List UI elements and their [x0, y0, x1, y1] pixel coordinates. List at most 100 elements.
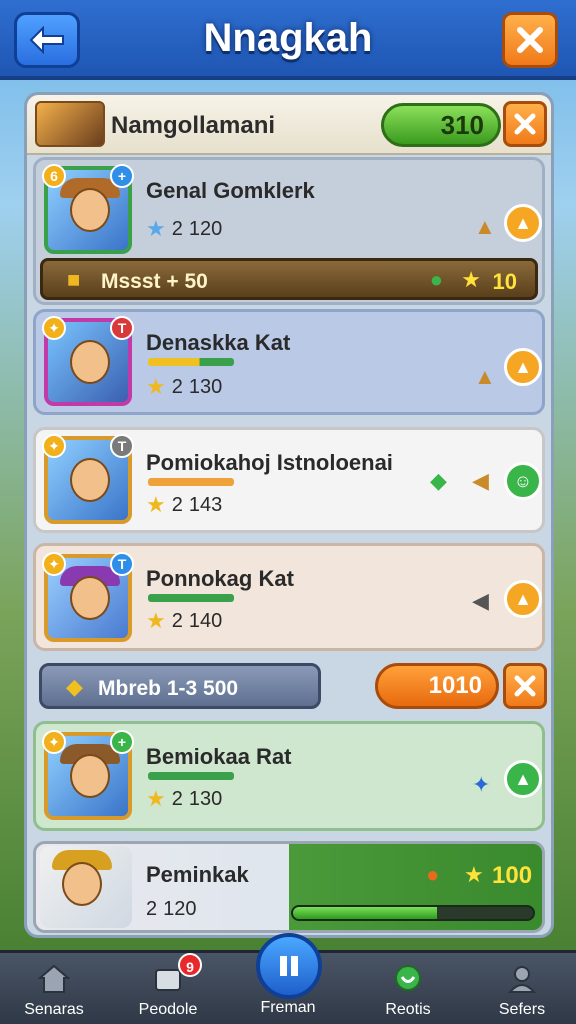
- hero-portrait: ✦ T: [42, 316, 134, 406]
- nav-label: Peodole: [138, 1001, 198, 1018]
- star-icon: ★: [146, 216, 166, 241]
- top-bar: Nnagkah: [0, 0, 576, 80]
- hero-stats: 2 120: [146, 898, 197, 921]
- notification-badge: 9: [178, 953, 202, 977]
- hammer-icon: ▲: [474, 364, 496, 389]
- hero-face: [70, 458, 110, 502]
- badge-icon: 6: [42, 164, 66, 188]
- nav-label: Reotis: [385, 1001, 431, 1018]
- badge-icon: T: [110, 316, 134, 340]
- monster-icon: ●: [426, 862, 440, 887]
- hero-portrait: ✦ T: [42, 434, 134, 524]
- star-icon: ★: [146, 374, 166, 399]
- mission-label-box: ◆ Mbreb 1-3 500: [39, 663, 321, 709]
- back-arrow-icon: [29, 26, 64, 54]
- score-pill: 310: [381, 103, 501, 147]
- hero-stats: ★ 2 130: [146, 786, 222, 812]
- arrow-left-icon: ◀: [472, 588, 489, 613]
- hero-card[interactable]: ✦ T Pomiokahoj Istnoloenai ★ 2 143 ◆ ◀ ☺: [33, 427, 545, 533]
- nav-item-peodole[interactable]: Peodole: [118, 961, 218, 1019]
- mission-value: 1010: [375, 663, 499, 709]
- hero-name: Bemiokaa Rat: [146, 744, 292, 769]
- badge-icon: T: [110, 434, 134, 458]
- arrow-up-icon: ▲: [514, 588, 532, 609]
- star-icon: ★: [146, 608, 166, 633]
- nav-item-freman[interactable]: Freman: [238, 999, 338, 1017]
- hero-level: 2: [171, 787, 183, 810]
- reward-label: Mssst + 50: [101, 270, 208, 293]
- plus-badge-icon: +: [110, 164, 134, 188]
- arrow-up-icon: ▲: [514, 212, 532, 233]
- hero-level: 2: [171, 375, 183, 398]
- nav-center-button[interactable]: [256, 933, 322, 999]
- hero-level: 2: [146, 898, 158, 920]
- nav-item-sefers[interactable]: Sefers: [472, 961, 572, 1019]
- nav-item-senaras[interactable]: Senaras: [4, 961, 104, 1019]
- creature-icon: ●: [429, 267, 443, 292]
- hero-stats: ★ 2 130: [146, 374, 222, 400]
- team-avatar: [35, 101, 105, 147]
- close-button[interactable]: [502, 12, 558, 68]
- hero-level: 2: [171, 609, 183, 632]
- upgrade-button[interactable]: ▲: [504, 348, 542, 386]
- hero-value: 130: [188, 787, 223, 810]
- nav-label: Senaras: [24, 1001, 84, 1018]
- hero-name: Genal Gomklerk: [146, 178, 315, 203]
- user-icon: [502, 961, 542, 997]
- hero-face: [70, 754, 110, 798]
- upgrade-button[interactable]: ▲: [504, 580, 542, 618]
- hero-card[interactable]: ✦ T Denaskka Kat ★ 2 130 ▲ ▲: [33, 309, 545, 415]
- hero-name: Pomiokahoj Istnoloenai: [146, 450, 393, 475]
- hero-level: 2: [171, 493, 183, 516]
- heart-icon: [388, 961, 428, 997]
- arrow-up-icon: ▲: [514, 356, 532, 377]
- hero-name: Peminkak: [146, 862, 249, 887]
- hero-progress-bar: [148, 594, 234, 602]
- hero-progress-track: [291, 905, 535, 921]
- star-icon: ★: [464, 862, 484, 887]
- house-icon: [34, 961, 74, 997]
- badge-icon: ✦: [42, 434, 66, 458]
- hero-card[interactable]: ✦ + Bemiokaa Rat ★ 2 130 ✦ ▲: [33, 721, 545, 831]
- badge-icon: T: [110, 552, 134, 576]
- arrow-left-icon: ◀: [472, 468, 489, 493]
- star-icon: ★: [146, 492, 166, 517]
- hammer-icon: ▲: [474, 214, 496, 239]
- chest-icon: ■: [67, 267, 81, 292]
- hero-name: Ponnokag Kat: [146, 566, 294, 591]
- hero-progress-bar: [148, 478, 234, 486]
- status-button[interactable]: ☺: [504, 462, 542, 500]
- hero-progress-bar: [148, 772, 234, 780]
- back-button[interactable]: [14, 12, 80, 68]
- plus-badge-icon: +: [110, 730, 134, 754]
- main-panel: Namgollamani 310 6 + Genal Gomklerk ★ 2 …: [24, 92, 554, 938]
- panel-close-button[interactable]: [503, 101, 547, 147]
- star-icon: ★: [146, 786, 166, 811]
- hero-face: [70, 188, 110, 232]
- upgrade-button[interactable]: ▲: [504, 760, 542, 798]
- panel-header: Namgollamani 310: [27, 95, 551, 155]
- hero-card[interactable]: ✦ T Ponnokag Kat ★ 2 140 ◀ ▲: [33, 543, 545, 651]
- hero-value: 120: [163, 898, 197, 920]
- badge-icon: ✦: [42, 730, 66, 754]
- badge-icon: ✦: [42, 552, 66, 576]
- hero-value: 143: [188, 493, 223, 516]
- hero-face: [70, 340, 110, 384]
- page-title: Nnagkah: [203, 16, 373, 60]
- hand-icon: ◆: [66, 674, 83, 699]
- cap-icon: ◆: [430, 468, 447, 493]
- upgrade-button[interactable]: ▲: [504, 204, 542, 242]
- reward-bar: ■ Mssst + 50 ● ★ 10: [40, 258, 538, 300]
- smile-icon: ☺: [513, 470, 533, 491]
- hero-name: Denaskka Kat: [146, 330, 291, 355]
- panel-title: Namgollamani: [111, 112, 276, 139]
- close-icon: [517, 27, 543, 53]
- star-icon: ★: [461, 267, 481, 292]
- nav-item-reotis[interactable]: Reotis: [358, 961, 458, 1019]
- close-icon: [514, 113, 536, 135]
- hero-card[interactable]: 6 + Genal Gomklerk ★ 2 120 ▲ ▲ ■ Mssst +…: [33, 157, 545, 305]
- reward-value: 10: [492, 269, 517, 294]
- hero-value: 130: [188, 375, 223, 398]
- mission-close-button[interactable]: [503, 663, 547, 709]
- hero-portrait: ✦ +: [42, 730, 134, 820]
